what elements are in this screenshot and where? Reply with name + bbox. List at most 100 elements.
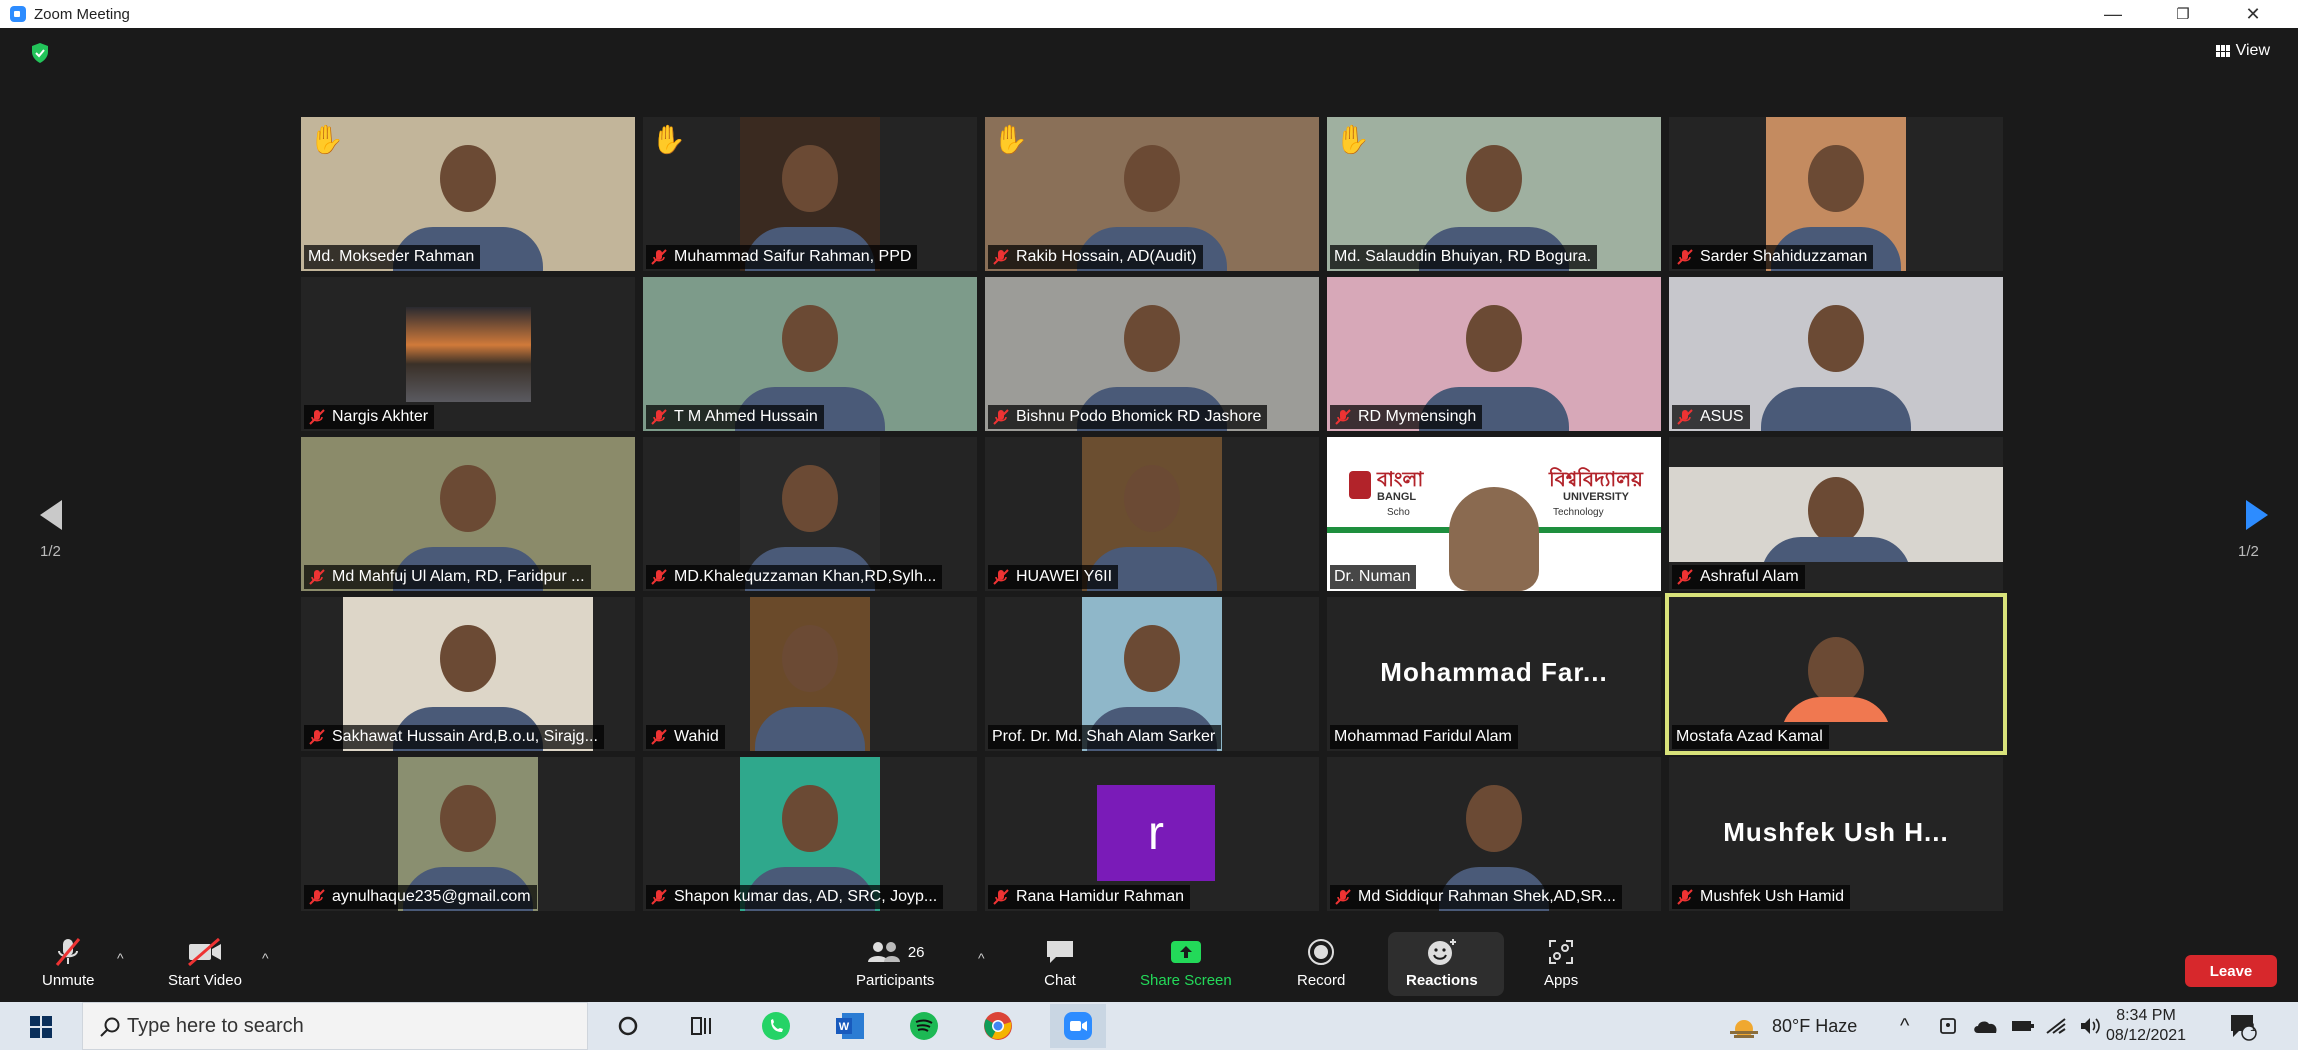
participant-tile[interactable]: RD Mymensingh <box>1327 277 1661 431</box>
participant-name-label: ASUS <box>1672 405 1750 429</box>
tray-icons <box>1938 1002 2104 1050</box>
chat-button[interactable]: Chat <box>1044 934 1076 989</box>
title-bar: Zoom Meeting — ❐ ✕ <box>0 0 2298 28</box>
participant-tile[interactable]: ✋ Muhammad Saifur Rahman, PPD <box>643 117 977 271</box>
participant-tile[interactable]: বাংলা বিশ্ববিদ্যালয় BANGL UNIVERSITY Scho Te… <box>1327 437 1661 591</box>
participant-tile[interactable]: Shapon kumar das, AD, SRC, Joyp... <box>643 757 977 911</box>
participant-name-label: Wahid <box>646 725 725 749</box>
participant-name-label: Shapon kumar das, AD, SRC, Joyp... <box>646 885 944 909</box>
muted-mic-icon <box>1676 888 1694 906</box>
participant-tile[interactable]: ✋ Rakib Hossain, AD(Audit) <box>985 117 1319 271</box>
participant-tile[interactable]: T M Ahmed Hussain <box>643 277 977 431</box>
participant-name-text: Sarder Shahiduzzaman <box>1700 248 1868 265</box>
video-options-caret-icon[interactable]: ^ <box>262 950 269 966</box>
participant-name-text: MD.Khalequzzaman Khan,RD,Sylh... <box>674 568 937 585</box>
participant-face <box>1808 637 1864 705</box>
participant-tile[interactable]: Wahid <box>643 597 977 751</box>
participant-tile[interactable]: MD.Khalequzzaman Khan,RD,Sylh... <box>643 437 977 591</box>
chat-label: Chat <box>1044 972 1076 989</box>
leave-button[interactable]: Leave <box>2185 955 2277 987</box>
participant-face <box>1808 145 1864 213</box>
participant-name-label: Nargis Akhter <box>304 405 435 429</box>
participant-tile[interactable]: Md Mahfuj Ul Alam, RD, Faridpur ... <box>301 437 635 591</box>
taskbar-search-box[interactable]: Type here to search <box>82 1002 588 1050</box>
share-screen-button[interactable]: Share Screen <box>1140 934 1232 989</box>
microsoft-word-icon[interactable]: W <box>830 1008 870 1044</box>
participant-tile[interactable]: Sarder Shahiduzzaman <box>1669 117 2003 271</box>
start-video-button[interactable]: Start Video <box>168 934 242 989</box>
raised-hand-icon: ✋ <box>651 124 686 155</box>
next-page-arrow-icon[interactable] <box>2242 498 2272 532</box>
participant-face <box>782 305 838 373</box>
participant-name-text: Md. Mokseder Rahman <box>308 248 475 265</box>
participant-tile[interactable]: Bishnu Podo Bhomick RD Jashore <box>985 277 1319 431</box>
participant-tile[interactable]: Prof. Dr. Md. Shah Alam Sarker <box>985 597 1319 751</box>
muted-mic-icon <box>650 568 668 586</box>
participant-tile[interactable]: HUAWEI Y6II <box>985 437 1319 591</box>
svg-text:W: W <box>839 1021 850 1033</box>
participants-options-caret-icon[interactable]: ^ <box>978 950 985 966</box>
view-button[interactable]: View <box>2215 38 2270 64</box>
notifications-icon[interactable]: 1 <box>2222 1008 2262 1044</box>
banner-sub-right: UNIVERSITY <box>1563 491 1630 503</box>
security-shield-icon[interactable] <box>30 42 50 64</box>
notification-count: 1 <box>2250 1022 2257 1034</box>
minimize-button[interactable]: — <box>2078 0 2148 28</box>
muted-mic-icon <box>308 408 326 426</box>
participant-name-label: Mostafa Azad Kamal <box>1672 725 1829 749</box>
previous-page-arrow-icon[interactable] <box>36 498 66 532</box>
chrome-icon[interactable] <box>978 1008 1018 1044</box>
restore-button[interactable]: ❐ <box>2148 0 2218 28</box>
participant-name-text: Dr. Numan <box>1334 568 1411 585</box>
participant-video <box>750 597 870 751</box>
participant-tile[interactable]: Md Siddiqur Rahman Shek,AD,SR... <box>1327 757 1661 911</box>
show-hidden-icons-caret-icon[interactable]: ^ <box>1900 1002 1909 1050</box>
close-button[interactable]: ✕ <box>2218 0 2288 28</box>
participant-tile[interactable]: Ashraful Alam <box>1669 437 2003 591</box>
windows-start-icon[interactable] <box>30 1016 52 1038</box>
participants-button[interactable]: 26 Participants <box>856 934 934 989</box>
participant-tile[interactable]: ASUS <box>1669 277 2003 431</box>
audio-options-caret-icon[interactable]: ^ <box>117 950 124 966</box>
zoom-taskbar-icon[interactable] <box>1050 1004 1106 1048</box>
participant-tile[interactable]: Mostafa Azad Kamal <box>1665 593 2007 755</box>
participant-name-text: Mostafa Azad Kamal <box>1676 728 1823 745</box>
raised-hand-icon: ✋ <box>993 124 1028 155</box>
taskbar-clock[interactable]: 8:34 PM 08/12/2021 <box>2096 1006 2196 1046</box>
participant-tile[interactable]: ✋ Md. Mokseder Rahman <box>301 117 635 271</box>
participant-tile[interactable]: ✋ Md. Salauddin Bhuiyan, RD Bogura. <box>1327 117 1661 271</box>
cortana-icon[interactable] <box>608 1008 648 1044</box>
onedrive-cloud-icon[interactable] <box>1972 1015 2002 1037</box>
apps-label: Apps <box>1544 972 1579 989</box>
participant-shoulders <box>1761 387 1911 431</box>
participant-tile[interactable]: Mushfek Ush H... Mushfek Ush Hamid <box>1669 757 2003 911</box>
task-view-icon[interactable] <box>682 1008 722 1044</box>
window-title: Zoom Meeting <box>34 5 130 23</box>
participant-name-label: Muhammad Saifur Rahman, PPD <box>646 245 918 269</box>
whatsapp-icon[interactable] <box>756 1008 796 1044</box>
record-button[interactable]: Record <box>1297 934 1345 989</box>
participant-name-text: Rakib Hossain, AD(Audit) <box>1016 248 1197 265</box>
apps-button[interactable]: Apps <box>1544 934 1578 989</box>
wifi-icon[interactable] <box>2044 1015 2070 1037</box>
participant-tile[interactable]: Nargis Akhter <box>301 277 635 431</box>
participant-name-label: Sakhawat Hussain Ard,B.o.u, Sirajg... <box>304 725 604 749</box>
participant-tile[interactable]: Mohammad Far... Mohammad Faridul Alam <box>1327 597 1661 751</box>
participant-name-text: Ashraful Alam <box>1700 568 1799 585</box>
meet-now-icon[interactable] <box>1938 1015 1960 1037</box>
participant-tile[interactable]: Sakhawat Hussain Ard,B.o.u, Sirajg... <box>301 597 635 751</box>
participant-face <box>782 145 838 213</box>
reactions-button[interactable]: Reactions <box>1406 934 1478 989</box>
weather-text: 80°F Haze <box>1772 1015 1858 1036</box>
participant-name-text: aynulhaque235@gmail.com <box>332 888 531 905</box>
weather-widget[interactable]: 80°F Haze <box>1726 1002 1857 1050</box>
battery-icon[interactable] <box>2010 1015 2036 1037</box>
participant-tile[interactable]: aynulhaque235@gmail.com <box>301 757 635 911</box>
participant-face <box>1124 625 1180 693</box>
unmute-button[interactable]: Unmute <box>42 934 95 989</box>
reactions-label: Reactions <box>1406 972 1478 989</box>
spotify-icon[interactable] <box>904 1008 944 1044</box>
participant-tile[interactable]: r Rana Hamidur Rahman <box>985 757 1319 911</box>
avatar-letter: r <box>1097 785 1215 881</box>
participant-face <box>1466 785 1522 853</box>
